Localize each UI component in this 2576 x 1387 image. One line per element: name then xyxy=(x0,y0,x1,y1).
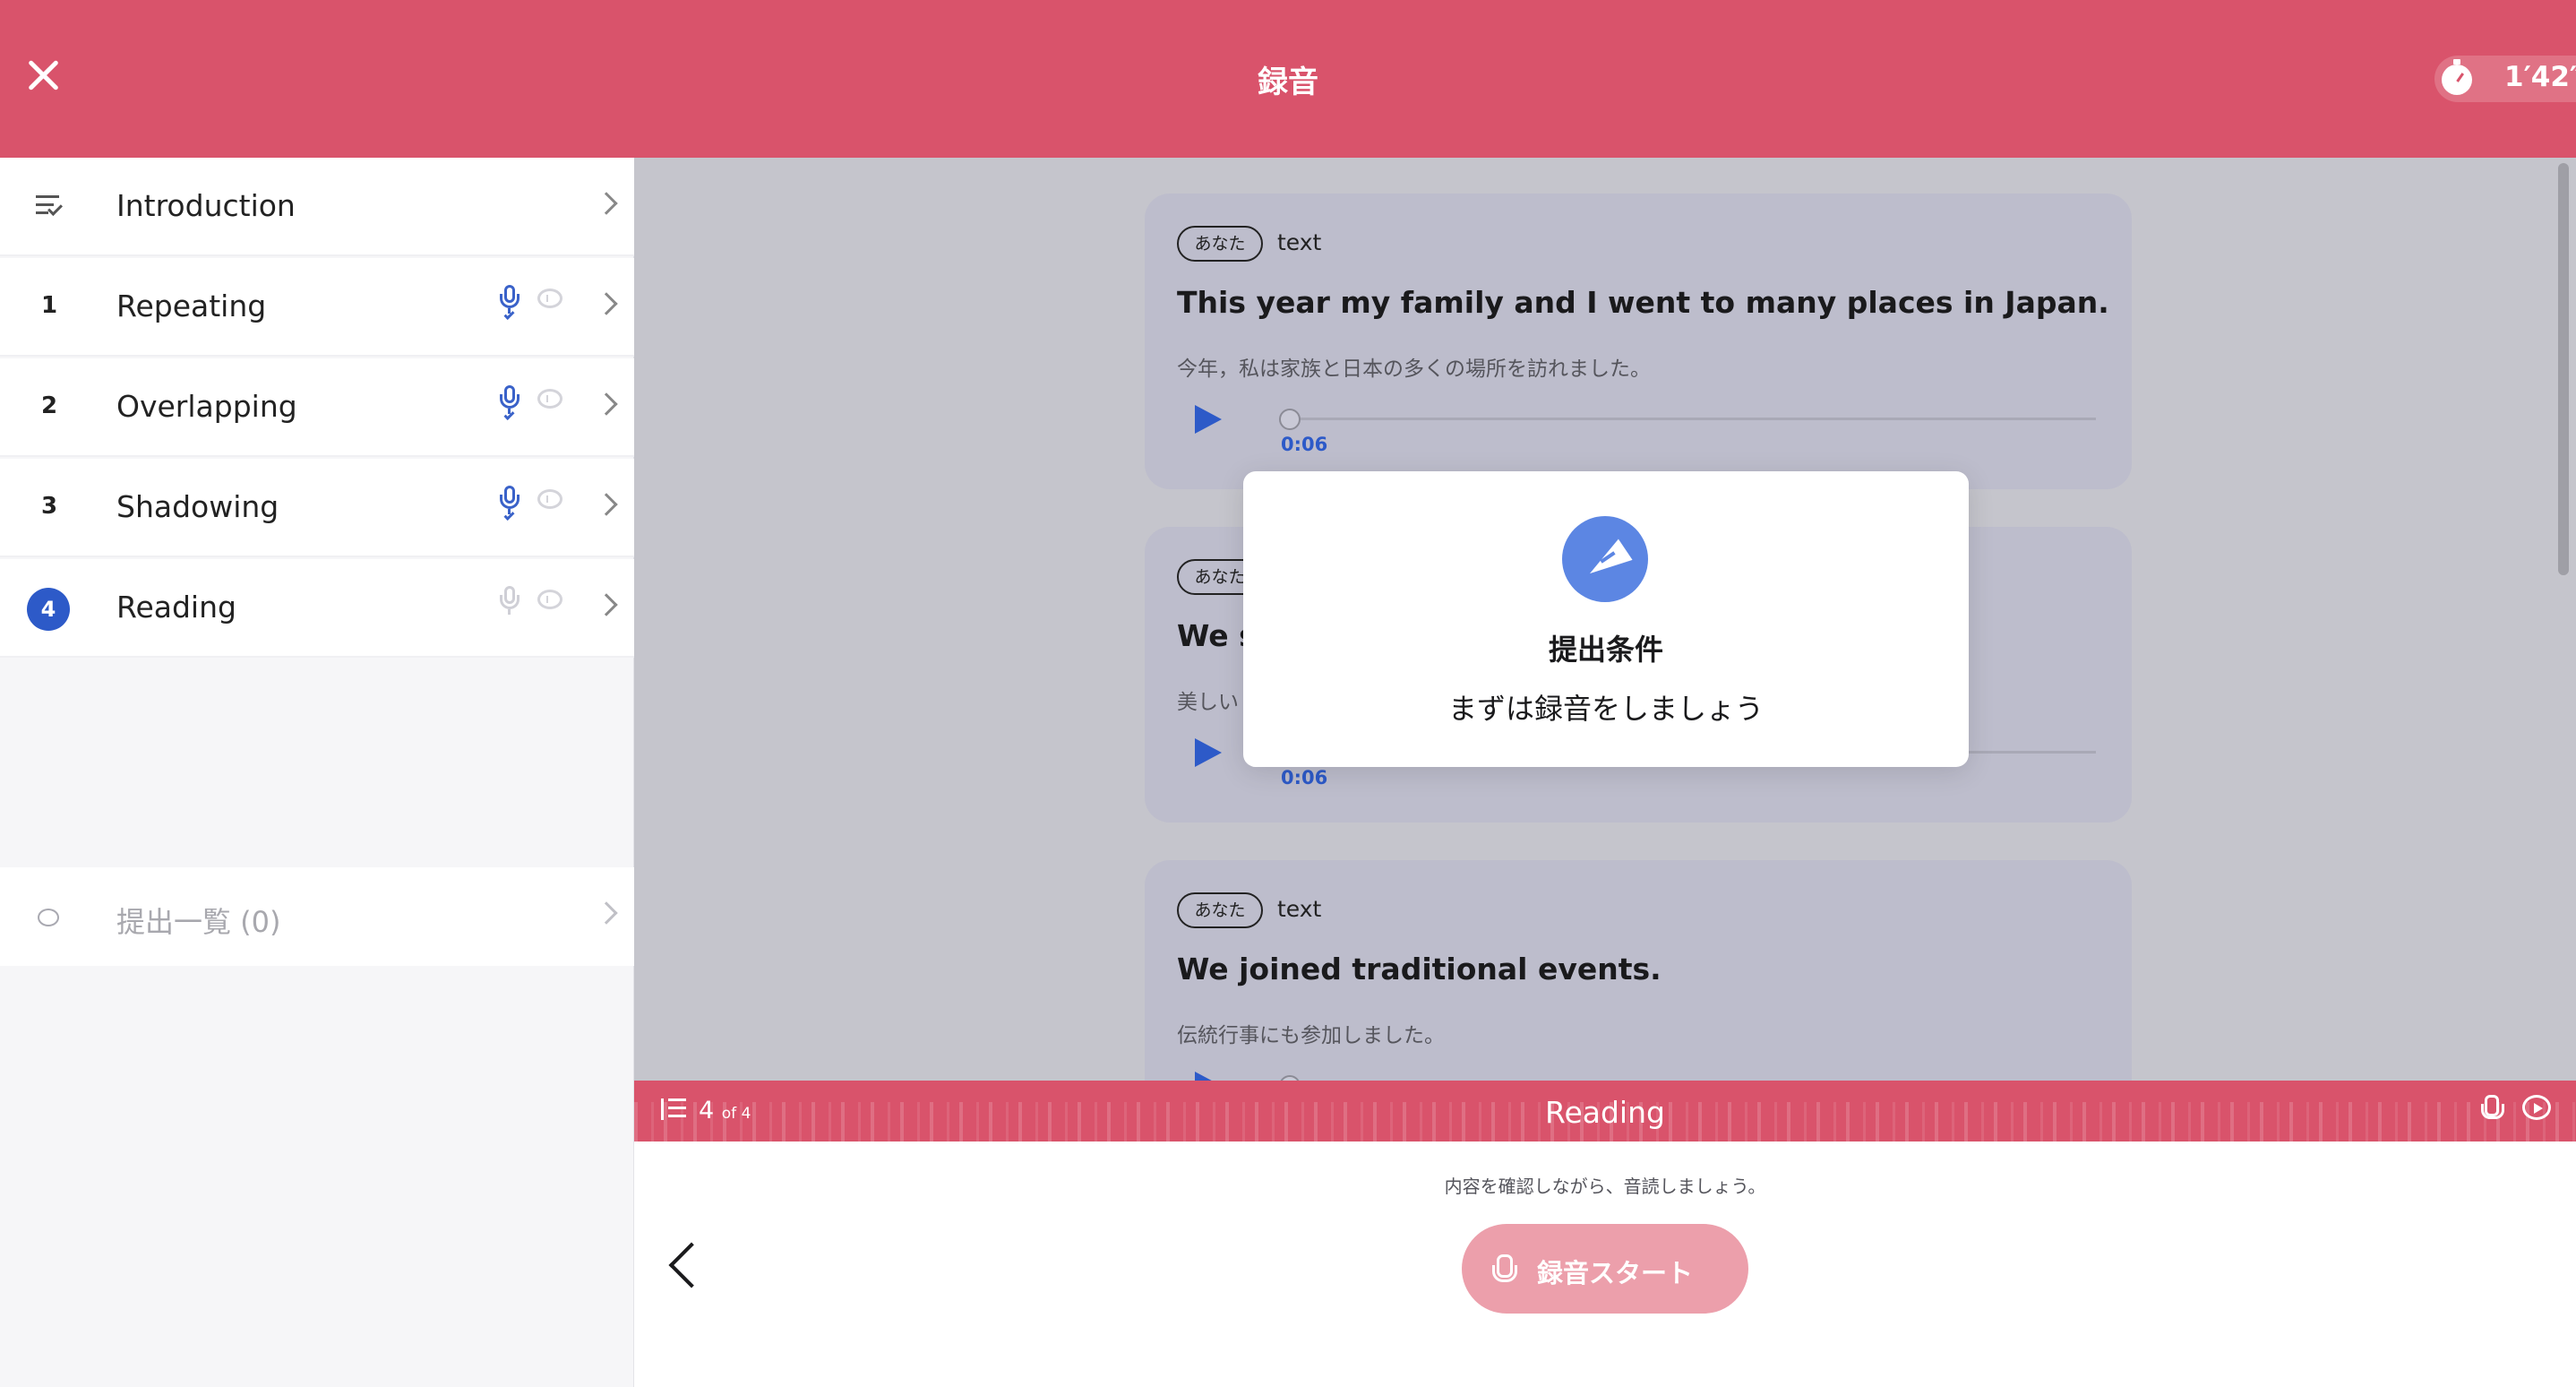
mic-icon xyxy=(1492,1254,1517,1287)
mic-check-icon xyxy=(500,486,519,525)
step-number-active: 4 xyxy=(27,588,70,631)
sentence-english: This year my family and I went to many p… xyxy=(1177,285,2109,320)
comment-icon xyxy=(537,389,562,409)
sentence-japanese: 伝統行事にも参加しました。 xyxy=(1177,1024,1445,1047)
chevron-right-icon xyxy=(595,392,618,416)
chevron-right-icon xyxy=(595,292,618,315)
play-comment-icon xyxy=(2522,1095,2551,1120)
audio-progress-track[interactable] xyxy=(1288,418,2096,420)
speaker-badge: あなた xyxy=(1177,892,1263,928)
chevron-right-icon xyxy=(595,192,618,215)
comment-icon xyxy=(38,909,59,926)
card-type-label: text xyxy=(1277,896,1322,922)
play-icon[interactable] xyxy=(1195,1072,1222,1081)
submission-condition-dialog: 提出条件 まずは録音をしましょう xyxy=(1243,471,1969,767)
comment-icon xyxy=(537,289,562,308)
dialog-title: 提出条件 xyxy=(1548,633,1663,667)
sidebar-item-repeating[interactable]: 1 Repeating xyxy=(0,258,634,357)
page-title: 録音 xyxy=(1258,65,1318,100)
sidebar-item-label: Shadowing xyxy=(116,489,279,524)
mic-check-icon xyxy=(500,285,519,324)
mic-check-icon xyxy=(500,385,519,425)
app-header: 録音 1′42″ xyxy=(0,0,2576,158)
stopwatch-icon xyxy=(2442,59,2472,95)
speaker-badge: あなた xyxy=(1177,226,1263,262)
sentence-japanese: 美しい xyxy=(1177,691,1239,714)
step-number: 3 xyxy=(40,493,58,520)
audio-progress-handle[interactable] xyxy=(1279,409,1301,430)
comment-icon xyxy=(537,489,562,509)
section-title: Reading xyxy=(1545,1095,1665,1130)
sidebar-item-label: 提出一覧 (0) xyxy=(116,905,281,939)
paper-plane-icon xyxy=(1562,516,1648,602)
chevron-right-icon xyxy=(595,493,618,516)
sidebar-item-submissions[interactable]: 提出一覧 (0) xyxy=(0,867,634,966)
dialog-message: まずは録音をしましょう xyxy=(1447,692,1764,726)
sentence-japanese: 今年，私は家族と日本の多くの場所を訪れました。 xyxy=(1177,358,1651,381)
footer-controls: 内容を確認しながら、音読しましょう。 録音スタート xyxy=(634,1141,2576,1387)
sidebar-item-overlapping[interactable]: 2 Overlapping xyxy=(0,358,634,457)
start-recording-button[interactable]: 録音スタート xyxy=(1462,1224,1748,1314)
chevron-right-icon xyxy=(595,901,618,925)
sidebar-item-label: Repeating xyxy=(116,289,267,323)
audio-duration: 0:06 xyxy=(1281,767,1328,788)
sidebar-item-label: Overlapping xyxy=(116,389,297,424)
sidebar-item-label: Introduction xyxy=(116,188,296,223)
sentence-card: あなた text We joined traditional events. 伝… xyxy=(1145,860,2132,1081)
checklist-icon xyxy=(36,195,61,217)
instruction-text: 内容を確認しながら、音読しましょう。 xyxy=(1444,1176,1766,1197)
play-icon[interactable] xyxy=(1195,405,1222,434)
step-number: 2 xyxy=(40,392,58,419)
mic-icon xyxy=(2481,1095,2504,1124)
section-bar: 4 of 4 Reading xyxy=(634,1081,2576,1141)
back-chevron-icon[interactable] xyxy=(668,1242,715,1288)
comment-icon xyxy=(537,590,562,609)
play-icon[interactable] xyxy=(1195,738,1222,767)
start-recording-label: 録音スタート xyxy=(1537,1258,1694,1288)
audio-duration: 0:06 xyxy=(1281,434,1328,455)
sidebar: Introduction 1 Repeating 2 Overlapping 3… xyxy=(0,158,634,1387)
sentence-english: We joined traditional events. xyxy=(1177,952,1662,986)
sidebar-item-label: Reading xyxy=(116,590,236,625)
sidebar-item-introduction[interactable]: Introduction xyxy=(0,158,634,256)
sidebar-item-reading[interactable]: 4 Reading xyxy=(0,559,634,658)
sidebar-item-shadowing[interactable]: 3 Shadowing xyxy=(0,459,634,557)
timer-value: 1′42″ xyxy=(2504,61,2576,93)
sentence-card: あなた text This year my family and I went … xyxy=(1145,194,2132,489)
card-type-label: text xyxy=(1277,229,1322,255)
step-number: 1 xyxy=(40,292,58,319)
mic-icon xyxy=(500,586,519,625)
scrollbar[interactable] xyxy=(2558,163,2569,575)
chevron-right-icon xyxy=(595,593,618,616)
